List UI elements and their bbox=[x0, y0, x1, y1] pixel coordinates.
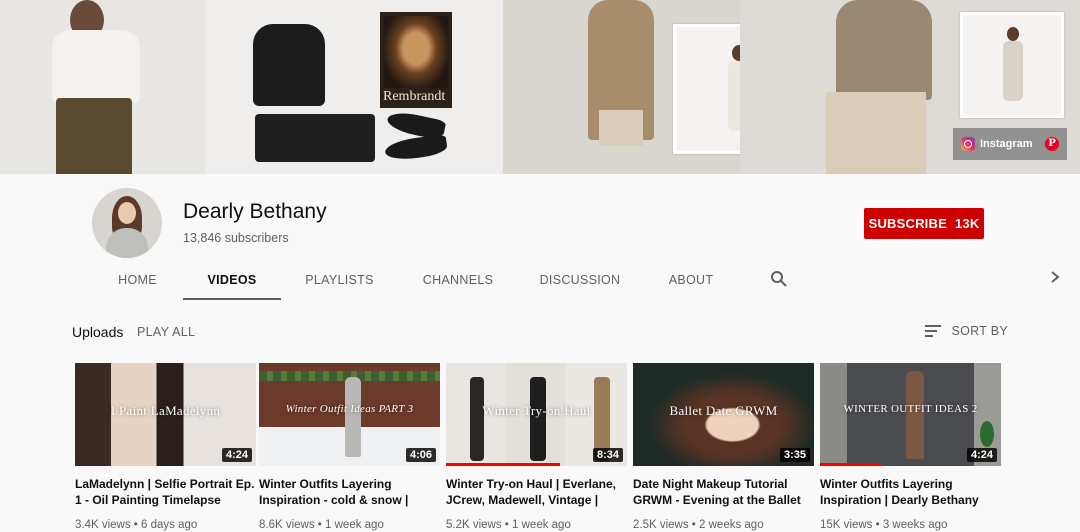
video-meta: 8.6K views • 1 week ago bbox=[259, 519, 384, 531]
sort-by-label: SORT BY bbox=[951, 324, 1008, 338]
search-icon[interactable] bbox=[770, 270, 788, 288]
thumbnail-text: WINTER OUTFIT IDEAS 2 bbox=[843, 403, 978, 415]
channel-page: Rembrandt Instagram P Dearly Bethany 13,… bbox=[0, 0, 1080, 532]
duration-badge: 4:24 bbox=[966, 448, 997, 462]
duration-badge: 3:35 bbox=[779, 448, 810, 462]
channel-name: Dearly Bethany bbox=[183, 200, 327, 223]
watch-progress-bar bbox=[446, 463, 561, 466]
social-links: Instagram P bbox=[953, 128, 1067, 160]
channel-header: Dearly Bethany 13,846 subscribers SUBSCR… bbox=[0, 174, 1080, 300]
tab-about[interactable]: ABOUT bbox=[642, 260, 740, 300]
chevron-right-icon[interactable] bbox=[1050, 270, 1060, 284]
channel-tabs: HOME VIDEOS PLAYLISTS CHANNELS DISCUSSIO… bbox=[92, 260, 740, 300]
video-thumbnail[interactable]: Winter Try-on Haul 8:34 bbox=[446, 363, 627, 466]
video-card[interactable]: Ballet Date GRWM 3:35 Date Night Makeup … bbox=[633, 363, 814, 531]
watch-progress-bar bbox=[820, 463, 882, 466]
subscribe-count: 13K bbox=[954, 216, 980, 231]
avatar[interactable] bbox=[92, 188, 162, 258]
channel-banner: Rembrandt Instagram P bbox=[0, 0, 1080, 174]
video-card[interactable]: WINTER OUTFIT IDEAS 2 4:24 Winter Outfit… bbox=[820, 363, 1001, 531]
tab-channels[interactable]: CHANNELS bbox=[398, 260, 518, 300]
video-title[interactable]: LaMadelynn | Selfie Portrait Ep. 1 - Oil… bbox=[75, 476, 256, 508]
subscribe-button[interactable]: SUBSCRIBE 13K bbox=[864, 208, 984, 239]
sort-icon bbox=[925, 325, 942, 337]
video-title[interactable]: Date Night Makeup Tutorial GRWM - Evenin… bbox=[633, 476, 814, 508]
thumbnail-text: I Paint LaMadelynn bbox=[110, 403, 221, 418]
thumbnail-text: Winter Outfit Ideas PART 3 bbox=[285, 403, 414, 415]
tab-discussion[interactable]: DISCUSSION bbox=[518, 260, 642, 300]
video-meta: 15K views • 3 weeks ago bbox=[820, 519, 948, 531]
banner-photo-white-blouse bbox=[0, 0, 205, 174]
video-thumbnail[interactable]: Winter Outfit Ideas PART 3 4:06 bbox=[259, 363, 440, 466]
sort-by-button[interactable]: SORT BY bbox=[925, 324, 1008, 338]
duration-badge: 4:06 bbox=[405, 448, 436, 462]
video-card[interactable]: Winter Try-on Haul 8:34 Winter Try-on Ha… bbox=[446, 363, 627, 531]
subscribe-label: SUBSCRIBE bbox=[868, 216, 947, 231]
play-all-button[interactable]: PLAY ALL bbox=[137, 325, 195, 339]
banner-photo-coat bbox=[503, 0, 805, 174]
video-card[interactable]: Winter Outfit Ideas PART 3 4:06 Winter O… bbox=[259, 363, 440, 531]
instagram-icon[interactable] bbox=[961, 137, 975, 151]
video-card[interactable]: I Paint LaMadelynn 4:24 LaMadelynn | Sel… bbox=[75, 363, 256, 531]
tab-videos[interactable]: VIDEOS bbox=[183, 260, 281, 300]
book: Rembrandt bbox=[380, 12, 452, 108]
uploads-title[interactable]: Uploads bbox=[72, 324, 123, 340]
video-thumbnail[interactable]: Ballet Date GRWM 3:35 bbox=[633, 363, 814, 466]
uploads-header: Uploads PLAY ALL SORT BY bbox=[72, 322, 1012, 342]
banner-photo-flatlay: Rembrandt bbox=[205, 0, 503, 174]
duration-badge: 8:34 bbox=[592, 448, 623, 462]
video-thumbnail[interactable]: I Paint LaMadelynn 4:24 bbox=[75, 363, 256, 466]
subscriber-count: 13,846 subscribers bbox=[183, 231, 289, 245]
video-meta: 2.5K views • 2 weeks ago bbox=[633, 519, 764, 531]
pinterest-icon[interactable]: P bbox=[1045, 137, 1059, 151]
instagram-link[interactable]: Instagram bbox=[980, 138, 1033, 150]
video-grid: I Paint LaMadelynn 4:24 LaMadelynn | Sel… bbox=[75, 363, 1015, 532]
video-meta: 5.2K views • 1 week ago bbox=[446, 519, 571, 531]
video-meta: 3.4K views • 6 days ago bbox=[75, 519, 198, 531]
tab-home[interactable]: HOME bbox=[92, 260, 183, 300]
tab-playlists[interactable]: PLAYLISTS bbox=[281, 260, 398, 300]
video-title[interactable]: Winter Outfits Layering Inspiration - co… bbox=[259, 476, 440, 508]
thumbnail-text: Ballet Date GRWM bbox=[669, 403, 778, 418]
video-title[interactable]: Winter Try-on Haul | Everlane, JCrew, Ma… bbox=[446, 476, 627, 508]
duration-badge: 4:24 bbox=[221, 448, 252, 462]
video-thumbnail[interactable]: WINTER OUTFIT IDEAS 2 4:24 bbox=[820, 363, 1001, 466]
thumbnail-text: Winter Try-on Haul bbox=[482, 403, 591, 418]
video-title[interactable]: Winter Outfits Layering Inspiration | De… bbox=[820, 476, 1001, 508]
book-title: Rembrandt bbox=[383, 89, 446, 104]
